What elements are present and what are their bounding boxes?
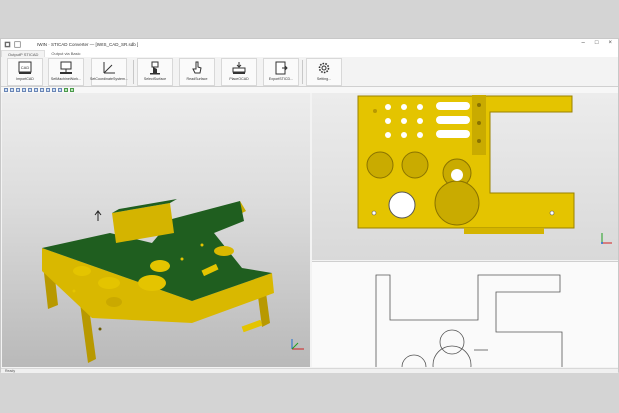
ribbon-toolbar: CAD ImportCAD SetMachineWork... SetCoord… bbox=[1, 57, 618, 87]
title-bar: IWIN · STICAD Converter — [IWIS_CAD_SR.s… bbox=[1, 39, 618, 50]
view-front-icon[interactable] bbox=[28, 88, 32, 92]
view-top-icon[interactable] bbox=[34, 88, 38, 92]
ribbon-separator bbox=[302, 60, 303, 84]
select-surface-button[interactable]: SelectSurface bbox=[137, 58, 173, 86]
read-surface-button[interactable]: ReadSurface bbox=[179, 58, 215, 86]
view-side-icon[interactable] bbox=[40, 88, 44, 92]
maximize-button[interactable]: □ bbox=[595, 40, 599, 46]
cad-part-3d-model bbox=[42, 199, 304, 363]
import-cad-icon: CAD bbox=[18, 61, 32, 74]
cad-part-top-view bbox=[357, 95, 612, 244]
read-surface-icon bbox=[192, 61, 202, 74]
export-sticd-button[interactable]: ExportSTICD... bbox=[263, 58, 299, 86]
wireframe-icon[interactable] bbox=[58, 88, 62, 92]
select-surface-label: SelectSurface bbox=[143, 77, 167, 81]
set-coordinate-system-button[interactable]: SetCoordinateSystem... bbox=[90, 58, 128, 86]
isometric-3d-viewport[interactable] bbox=[2, 93, 310, 367]
ribbon-tabs: OutputP STICAD Output via Basic bbox=[1, 50, 618, 57]
setting-label: Setting... bbox=[316, 77, 332, 81]
import-cad-button[interactable]: CAD ImportCAD bbox=[7, 58, 43, 86]
export-sticd-label: ExportSTICD... bbox=[268, 77, 294, 81]
setting-button[interactable]: Setting... bbox=[306, 58, 342, 86]
import-cad-label: ImportCAD bbox=[16, 77, 34, 81]
window-title: IWIN · STICAD Converter — [IWIS_CAD_SR.s… bbox=[37, 42, 139, 47]
tab-output-basic[interactable]: Output via Basic bbox=[45, 50, 86, 57]
outline-view-viewport[interactable] bbox=[312, 261, 618, 367]
select-surface-icon bbox=[150, 61, 160, 75]
place-cad-label: PlaceOCAD bbox=[229, 77, 249, 81]
tab-output-sticad[interactable]: OutputP STICAD bbox=[1, 50, 46, 57]
view-back-icon[interactable] bbox=[52, 88, 56, 92]
machine-icon bbox=[60, 61, 72, 74]
application-window: IWIN · STICAD Converter — [IWIS_CAD_SR.s… bbox=[0, 38, 619, 373]
save-icon[interactable] bbox=[14, 41, 21, 48]
view-iso-icon[interactable] bbox=[46, 88, 50, 92]
app-logo-icon bbox=[4, 41, 11, 48]
set-machine-work-label: SetMachineWork... bbox=[50, 77, 82, 81]
place-cad-button[interactable]: PlaceOCAD bbox=[221, 58, 257, 86]
shaded-icon[interactable] bbox=[64, 88, 68, 92]
status-bar: Ready bbox=[1, 368, 618, 373]
svg-text:CAD: CAD bbox=[21, 65, 30, 70]
place-cad-icon bbox=[232, 62, 246, 74]
ribbon-separator bbox=[133, 60, 134, 84]
coordinate-icon bbox=[103, 62, 115, 74]
set-machine-work-button[interactable]: SetMachineWork... bbox=[48, 58, 84, 86]
set-coordinate-system-label: SetCoordinateSystem... bbox=[90, 77, 128, 81]
minimize-button[interactable]: – bbox=[582, 40, 585, 46]
cad-part-outline bbox=[375, 274, 563, 367]
view-fit-icon[interactable] bbox=[4, 88, 8, 92]
close-button[interactable]: × bbox=[608, 40, 612, 46]
read-surface-label: ReadSurface bbox=[186, 77, 208, 81]
top-view-viewport[interactable] bbox=[312, 93, 618, 260]
pan-icon[interactable] bbox=[22, 88, 26, 92]
gear-icon bbox=[318, 62, 330, 74]
zoom-icon[interactable] bbox=[10, 88, 14, 92]
rotate-icon[interactable] bbox=[16, 88, 20, 92]
export-icon bbox=[275, 61, 288, 75]
refresh-icon[interactable] bbox=[70, 88, 74, 92]
